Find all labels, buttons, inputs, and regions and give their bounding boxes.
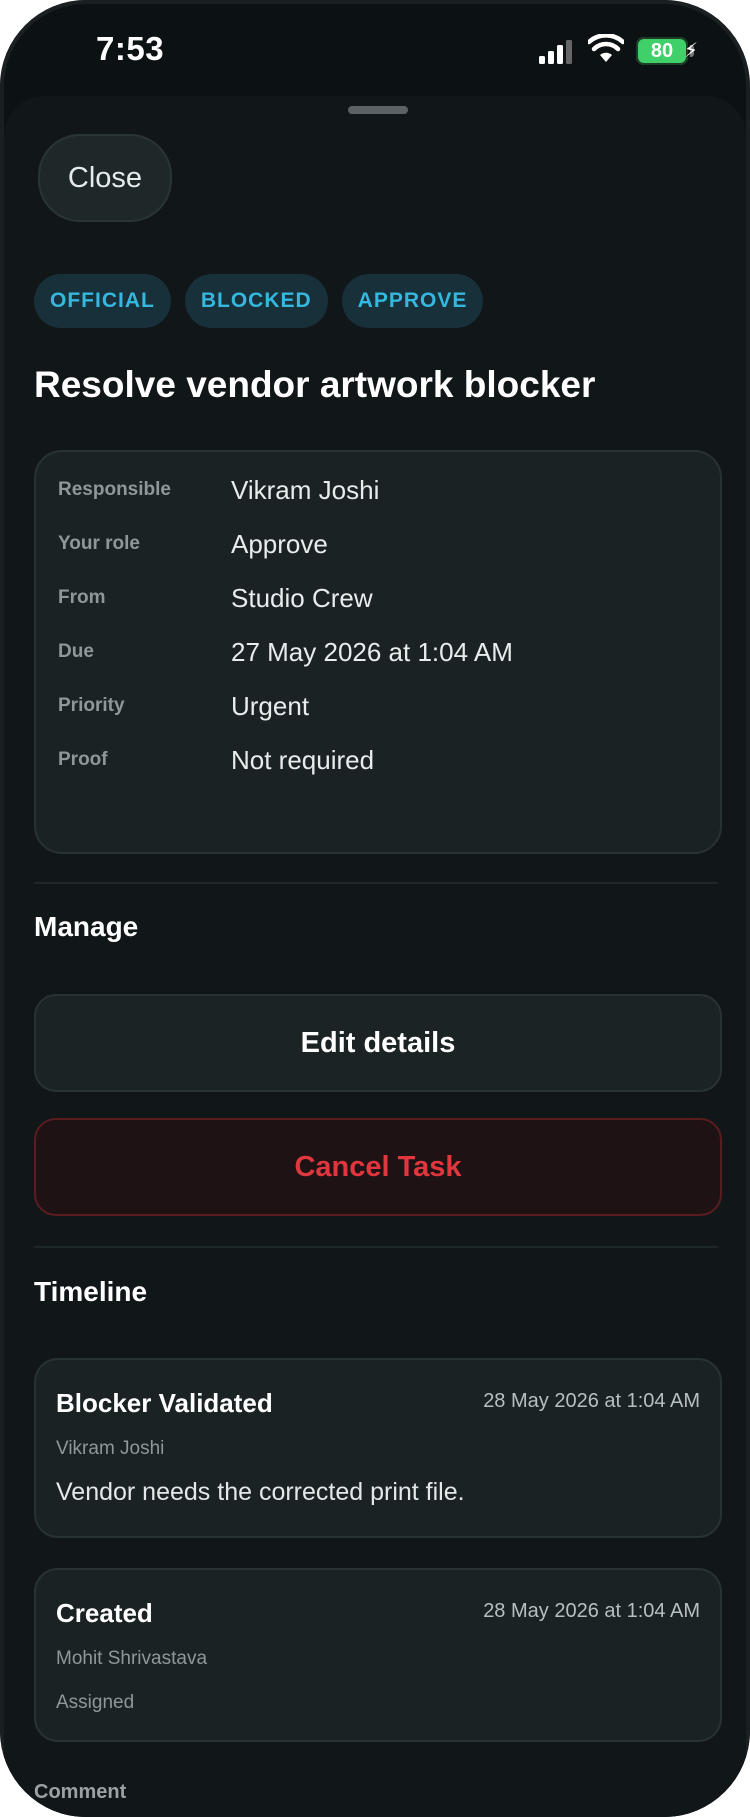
timeline-section-title: Timeline — [34, 1276, 148, 1307]
detail-row-responsible: Responsible Vikram Joshi — [58, 470, 379, 510]
detail-value: Approve — [231, 528, 328, 559]
detail-value: 27 May 2026 at 1:04 AM — [231, 636, 513, 667]
task-sheet: Close OFFICIAL BLOCKED APPROVE Resolve v… — [4, 96, 746, 1817]
event-body: Vendor needs the corrected print file. — [56, 1478, 465, 1506]
tag-approve: APPROVE — [341, 274, 484, 328]
event-user: Mohit Shrivastava — [56, 1648, 208, 1669]
cellular-signal-icon — [539, 40, 572, 64]
detail-value: Studio Crew — [231, 582, 373, 613]
detail-value: Urgent — [231, 690, 310, 721]
timeline-event: Created 28 May 2026 at 1:04 AM Mohit Shr… — [34, 1568, 722, 1742]
battery-level: 80 — [650, 39, 674, 62]
close-button[interactable]: Close — [38, 134, 172, 222]
event-title: Created — [56, 1598, 153, 1628]
status-time: 7:53 — [96, 30, 165, 67]
status-bar: 7:53 80 ⚡ — [0, 0, 750, 100]
cancel-task-button[interactable]: Cancel Task — [34, 1118, 722, 1216]
detail-row-due: Due 27 May 2026 at 1:04 AM — [58, 632, 513, 672]
detail-row-proof: Proof Not required — [58, 740, 374, 780]
event-body: Assigned — [56, 1692, 135, 1713]
event-date: 28 May 2026 at 1:04 AM — [483, 1600, 700, 1622]
event-user: Vikram Joshi — [56, 1438, 165, 1459]
tag-official: OFFICIAL — [34, 274, 171, 328]
detail-label: Responsible — [58, 479, 171, 500]
detail-row-from: From Studio Crew — [58, 578, 373, 618]
detail-label: Priority — [58, 695, 125, 716]
detail-value: Not required — [231, 744, 375, 775]
detail-row-priority: Priority Urgent — [58, 686, 309, 726]
timeline-event: Blocker Validated 28 May 2026 at 1:04 AM… — [34, 1358, 722, 1538]
edit-details-button[interactable]: Edit details — [34, 994, 722, 1092]
sheet-grabber[interactable] — [348, 106, 408, 114]
charging-bolt-icon: ⚡ — [684, 40, 699, 62]
wifi-icon — [588, 34, 624, 62]
detail-label: Due — [58, 641, 94, 662]
comment-label: Comment — [34, 1781, 127, 1803]
event-title: Blocker Validated — [56, 1388, 273, 1418]
task-title: Resolve vendor artwork blocker — [34, 364, 596, 405]
detail-row-role: Your role Approve — [58, 524, 328, 564]
detail-label: Proof — [58, 749, 108, 770]
phone-screen: 7:53 80 ⚡ Close OFFICIAL BLOCKED APPROVE… — [0, 0, 750, 1817]
detail-value: Vikram Joshi — [231, 474, 380, 505]
details-card: Responsible Vikram Joshi Your role Appro… — [34, 450, 722, 854]
divider — [34, 882, 718, 884]
manage-section-title: Manage — [34, 911, 139, 942]
battery-icon: 80 — [636, 37, 688, 65]
event-date: 28 May 2026 at 1:04 AM — [483, 1390, 700, 1412]
tag-list: OFFICIAL BLOCKED APPROVE — [34, 274, 484, 328]
divider — [34, 1246, 718, 1248]
detail-label: Your role — [58, 533, 140, 554]
detail-label: From — [58, 587, 106, 608]
tag-blocked: BLOCKED — [184, 274, 328, 328]
